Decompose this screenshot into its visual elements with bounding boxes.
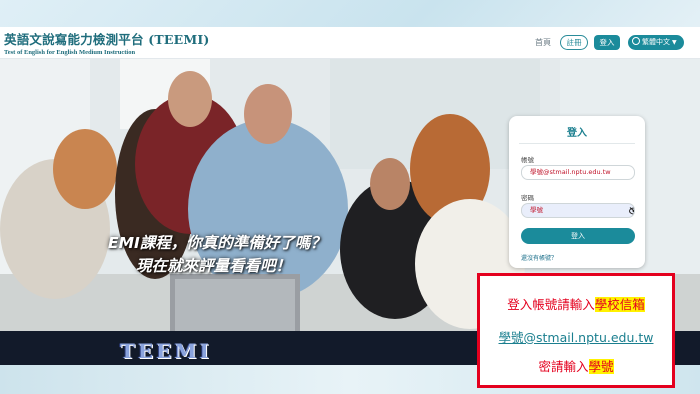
instruction-line-account: 登入帳號請輸入學校信箱 <box>480 294 672 313</box>
login-card-title: 登入 <box>567 128 587 139</box>
instruction-account-text: 登入帳號請輸入 <box>507 297 595 312</box>
language-label: 繁體中文 <box>642 38 670 46</box>
instruction-password-highlight: 學號 <box>588 359 614 374</box>
top-navbar: 英語文說寫能力檢測平台 (TEEMI) Test of English for … <box>0 27 700 59</box>
hero-slogan: EMI課程，你真的準備好了嗎？ 現在就來評量看看吧！ <box>108 232 326 278</box>
password-label: 密碼 <box>521 194 534 202</box>
slogan-line-2: 現在就來評量看看吧！ <box>136 257 292 275</box>
card-divider <box>519 143 635 144</box>
instruction-line-email: 學號@stmail.nptu.edu.tw <box>498 330 654 345</box>
eye-slash-icon[interactable] <box>629 207 635 215</box>
login-card: 登入 帳號 學號@stmail.nptu.edu.tw 密碼 學號 登入 還沒有… <box>509 116 645 268</box>
password-value: 學號 <box>530 206 543 214</box>
account-input[interactable]: 學號@stmail.nptu.edu.tw <box>521 165 635 180</box>
instruction-account-highlight: 學校信箱 <box>594 297 645 312</box>
password-input[interactable]: 學號 <box>521 203 635 218</box>
site-title: 英語文說寫能力檢測平台 (TEEMI) <box>4 32 210 47</box>
instruction-line-password: 密請輸入學號 <box>480 356 672 375</box>
language-selector[interactable]: 繁體中文 ▼ <box>628 35 684 50</box>
instruction-note: 登入帳號請輸入學校信箱 學號@stmail.nptu.edu.tw 密請輸入學號 <box>477 273 675 388</box>
instruction-password-text: 密請輸入 <box>538 359 589 374</box>
site-brand[interactable]: 英語文說寫能力檢測平台 (TEEMI) Test of English for … <box>4 29 210 56</box>
nav-home-link[interactable]: 首頁 <box>535 37 551 48</box>
site-subtitle: Test of English for English Medium Instr… <box>4 49 136 56</box>
account-label: 帳號 <box>521 156 534 164</box>
teemi-logo: TEEMI <box>120 339 212 363</box>
slogan-line-1: EMI課程，你真的準備好了嗎？ <box>108 234 326 252</box>
register-button[interactable]: 註冊 <box>560 35 588 50</box>
login-submit-button[interactable]: 登入 <box>521 228 635 244</box>
header-login-button[interactable]: 登入 <box>594 35 620 50</box>
caret-down-icon: ▼ <box>672 39 677 46</box>
no-account-link[interactable]: 還沒有帳號？ <box>521 253 557 262</box>
globe-icon <box>632 37 640 45</box>
